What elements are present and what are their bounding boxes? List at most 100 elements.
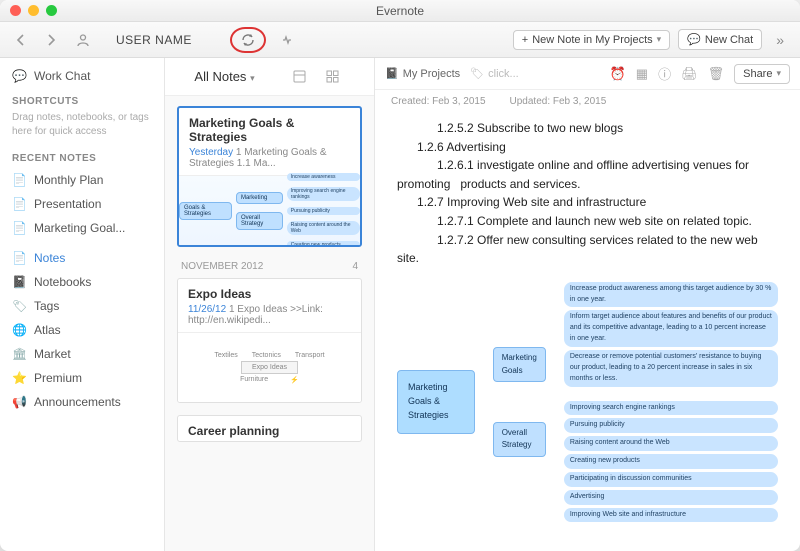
view-grid-icon[interactable] — [320, 67, 345, 86]
note-card[interactable]: Marketing Goals & Strategies Yesterday 1… — [177, 106, 362, 247]
titlebar: Evernote — [0, 0, 800, 22]
sidebar-item-label: Atlas — [34, 323, 61, 337]
sidebar-item-label: Premium — [34, 371, 82, 385]
print-icon[interactable]: 🖨 — [681, 66, 698, 82]
note-card[interactable]: Expo Ideas 11/26/12 1 Expo Ideas >>Link:… — [177, 278, 362, 403]
mindmap-branch: Overall Strategy — [493, 422, 546, 457]
shortcuts-hint: Drag notes, notebooks, or tags here for … — [0, 111, 164, 145]
sidebar-item-premium[interactable]: ⭐ Premium — [0, 366, 164, 390]
forward-button[interactable] — [40, 31, 62, 49]
note-icon: 📄 — [12, 173, 26, 187]
atlas-icon: 🌐 — [12, 323, 26, 337]
notebook-crumb[interactable]: 📓 My Projects — [385, 67, 460, 80]
note-list-header: All Notes ▾ — [165, 58, 374, 96]
note-line: 1.2.6.1 investigate online and offline a… — [397, 156, 778, 193]
present-icon[interactable]: ▦ — [636, 66, 648, 82]
mindmap-leaf: Raising content around the Web — [564, 436, 778, 451]
app-window: Evernote USER NAME + New Note in My Proj… — [0, 0, 800, 551]
recent-note[interactable]: 📄 Monthly Plan — [0, 168, 164, 192]
chat-icon: 💬 — [687, 33, 701, 46]
sidebar-item-atlas[interactable]: 🌐 Atlas — [0, 318, 164, 342]
sidebar-item-label: Notebooks — [34, 275, 91, 289]
note-title: Career planning — [178, 416, 361, 441]
note-line: 1.2.5.2 Subscribe to two new blogs — [397, 119, 778, 138]
sidebar-item-announcements[interactable]: 📢 Announcements — [0, 390, 164, 414]
tags-icon: 🏷 — [12, 299, 26, 313]
detail-toolbar: 📓 My Projects 🏷 click... ⏰ ▦ ⓘ 🖨 🗑 Share… — [375, 58, 800, 90]
activity-icon[interactable] — [274, 30, 300, 50]
sidebar-item-tags[interactable]: 🏷 Tags — [0, 294, 164, 318]
reminder-icon[interactable]: ⏰ — [610, 66, 626, 82]
mindmap-leaf: Improving Web site and infrastructure — [564, 508, 778, 523]
new-note-button[interactable]: + New Note in My Projects ▾ — [513, 30, 670, 50]
sidebar-item-label: Tags — [34, 299, 59, 313]
trash-icon[interactable]: 🗑 — [708, 66, 725, 82]
info-icon[interactable]: ⓘ — [658, 64, 671, 83]
new-note-label: New Note in My Projects — [532, 34, 652, 46]
note-subtitle: Yesterday 1 Marketing Goals & Strategies… — [179, 147, 360, 175]
sidebar-item-label: Work Chat — [34, 69, 90, 83]
note-detail-panel: 📓 My Projects 🏷 click... ⏰ ▦ ⓘ 🖨 🗑 Share… — [375, 58, 800, 551]
more-icon[interactable]: » — [770, 29, 790, 51]
updated-date: Updated: Feb 3, 2015 — [510, 96, 607, 107]
mindmap-root: Marketing Goals & Strategies — [397, 370, 475, 434]
note-filter-dropdown[interactable]: All Notes ▾ — [194, 69, 254, 84]
note-line: 1.2.7 Improving Web site and infrastruct… — [397, 193, 778, 212]
market-icon: 🏛 — [12, 347, 26, 361]
sidebar-item-notebooks[interactable]: 📓Notebooks — [0, 270, 164, 294]
note-list-body[interactable]: Marketing Goals & Strategies Yesterday 1… — [165, 96, 374, 551]
note-line: 1.2.7.1 Complete and launch new web site… — [397, 212, 778, 231]
sidebar: 💬 Work Chat SHORTCUTS Drag notes, notebo… — [0, 58, 165, 551]
view-card-icon[interactable] — [287, 67, 312, 86]
note-title: Expo Ideas — [178, 279, 361, 304]
back-button[interactable] — [10, 31, 32, 49]
month-header: NOVEMBER 20124 — [177, 259, 362, 278]
content-area: 💬 Work Chat SHORTCUTS Drag notes, notebo… — [0, 58, 800, 551]
notes-icon: 📄 — [12, 251, 26, 265]
note-list-panel: All Notes ▾ Marketing Goals & Strategies… — [165, 58, 375, 551]
note-thumbnail: TextilesTectonicsTransport Expo Ideas Fu… — [178, 332, 361, 402]
mindmap-leaf: Decrease or remove potential customers' … — [564, 350, 778, 387]
created-date: Created: Feb 3, 2015 — [391, 96, 486, 107]
recent-note[interactable]: 📄 Presentation — [0, 192, 164, 216]
chevron-down-icon: ▾ — [250, 73, 255, 83]
mindmap-leaf: Pursuing publicity — [564, 418, 778, 433]
note-thumbnail: Goals & Strategies MarketingOverall Stra… — [179, 175, 360, 245]
note-body[interactable]: 1.2.5.2 Subscribe to two new blogs 1.2.6… — [375, 113, 800, 551]
sidebar-item-label: Announcements — [34, 395, 121, 409]
username-label[interactable]: USER NAME — [116, 33, 192, 47]
new-chat-label: New Chat — [705, 34, 753, 46]
recent-heading: RECENT NOTES — [0, 145, 164, 168]
mindmap-leaf: Inform target audience about features an… — [564, 310, 778, 347]
sync-highlight — [230, 27, 266, 53]
plus-icon: + — [522, 34, 528, 46]
account-icon[interactable] — [70, 30, 96, 50]
mindmap-branch: Marketing Goals — [493, 347, 546, 382]
chat-icon: 💬 — [12, 69, 26, 83]
note-line: 1.2.6 Advertising — [397, 138, 778, 157]
new-chat-button[interactable]: 💬 New Chat — [678, 29, 762, 50]
premium-icon: ⭐ — [12, 371, 26, 385]
tag-crumb[interactable]: 🏷 click... — [470, 67, 519, 80]
announcements-icon: 📢 — [12, 395, 26, 409]
note-icon: 📄 — [12, 221, 26, 235]
note-meta: Created: Feb 3, 2015 Updated: Feb 3, 201… — [375, 90, 800, 113]
recent-note[interactable]: 📄Marketing Goal... — [0, 216, 164, 240]
sidebar-item-market[interactable]: 🏛Market — [0, 342, 164, 366]
shortcuts-heading: SHORTCUTS — [0, 88, 164, 111]
mindmap-leaf: Participating in discussion communities — [564, 472, 778, 487]
mindmap-leaf: Creating new products — [564, 454, 778, 469]
sidebar-item-notes[interactable]: 📄Notes — [0, 246, 164, 270]
share-button[interactable]: Share ▾ — [734, 64, 790, 84]
sidebar-item-label: Presentation — [34, 197, 101, 211]
chevron-down-icon: ▾ — [657, 34, 662, 45]
note-icon: 📄 — [12, 197, 26, 211]
mindmap-image: Marketing Goals & Strategies Marketing G… — [397, 282, 778, 523]
sidebar-item-label: Monthly Plan — [34, 173, 103, 187]
sync-button[interactable] — [240, 32, 256, 48]
note-card[interactable]: Career planning — [177, 415, 362, 442]
mindmap-leaf: Advertising — [564, 490, 778, 505]
sidebar-item-workchat[interactable]: 💬 Work Chat — [0, 64, 164, 88]
main-toolbar: USER NAME + New Note in My Projects ▾ 💬 … — [0, 22, 800, 58]
note-subtitle: 11/26/12 1 Expo Ideas >>Link: http://en.… — [178, 304, 361, 332]
